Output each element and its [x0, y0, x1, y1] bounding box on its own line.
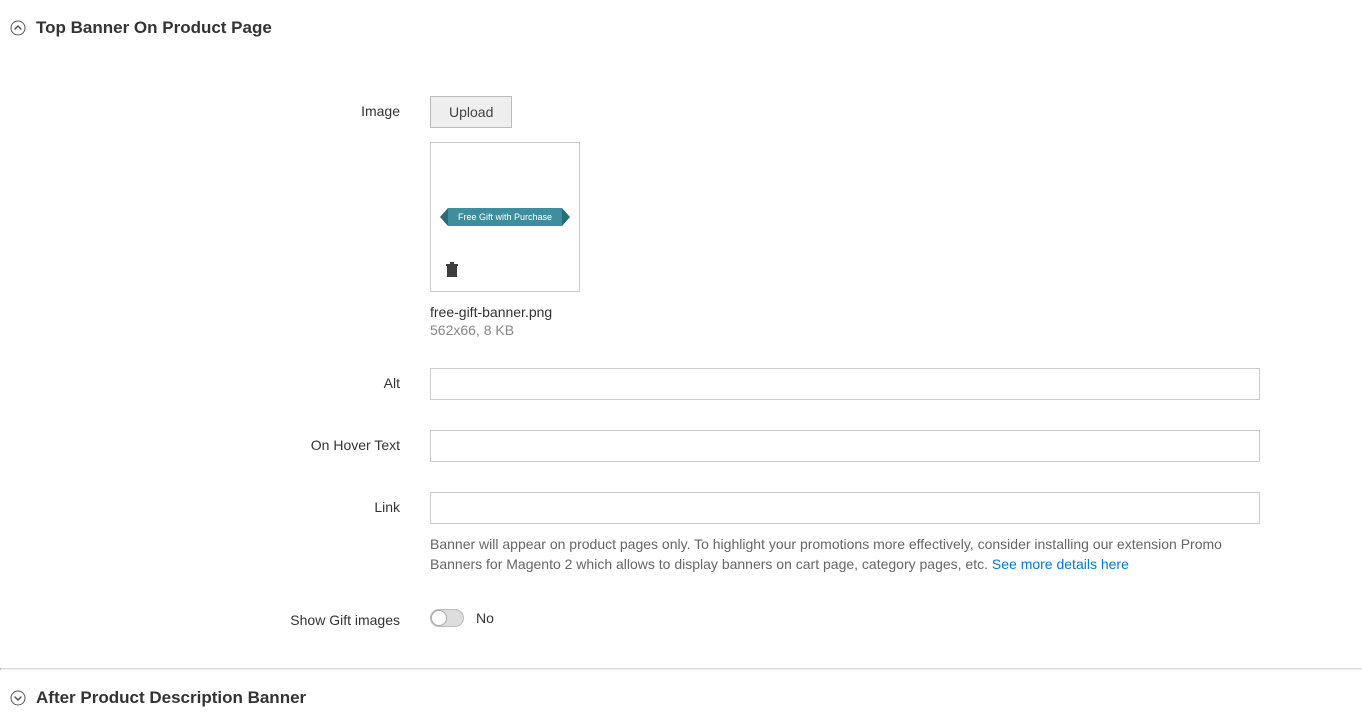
link-help-text: Banner will appear on product pages only… [430, 534, 1260, 575]
upload-button[interactable]: Upload [430, 96, 512, 128]
chevron-up-icon [10, 20, 26, 36]
hover-text-input[interactable] [430, 430, 1260, 462]
banner-preview-text: Free Gift with Purchase [448, 208, 562, 226]
field-image: Image Upload Free Gift with Purchase fre… [10, 96, 1352, 338]
link-input[interactable] [430, 492, 1260, 524]
show-gift-value: No [476, 610, 494, 626]
field-link: Link Banner will appear on product pages… [10, 492, 1352, 575]
field-label-hover: On Hover Text [10, 430, 430, 453]
trash-icon[interactable] [445, 262, 459, 281]
section-body: Image Upload Free Gift with Purchase fre… [10, 46, 1352, 668]
help-link[interactable]: See more details here [992, 556, 1129, 572]
field-label-link: Link [10, 492, 430, 515]
image-preview: Free Gift with Purchase [430, 142, 580, 292]
section-title: After Product Description Banner [36, 688, 306, 708]
field-label-alt: Alt [10, 368, 430, 391]
alt-input[interactable] [430, 368, 1260, 400]
section-header-top-banner[interactable]: Top Banner On Product Page [10, 10, 1352, 46]
field-label-show-gift: Show Gift images [10, 605, 430, 628]
field-alt: Alt [10, 368, 1352, 400]
section-header-after-description[interactable]: After Product Description Banner [10, 680, 1352, 716]
image-meta: 562x66, 8 KB [430, 322, 1260, 338]
image-filename: free-gift-banner.png [430, 304, 1260, 320]
show-gift-toggle[interactable] [430, 609, 464, 627]
section-title: Top Banner On Product Page [36, 18, 272, 38]
field-label-image: Image [10, 96, 430, 119]
field-show-gift: Show Gift images No [10, 605, 1352, 628]
chevron-down-icon [10, 690, 26, 706]
field-hover-text: On Hover Text [10, 430, 1352, 462]
